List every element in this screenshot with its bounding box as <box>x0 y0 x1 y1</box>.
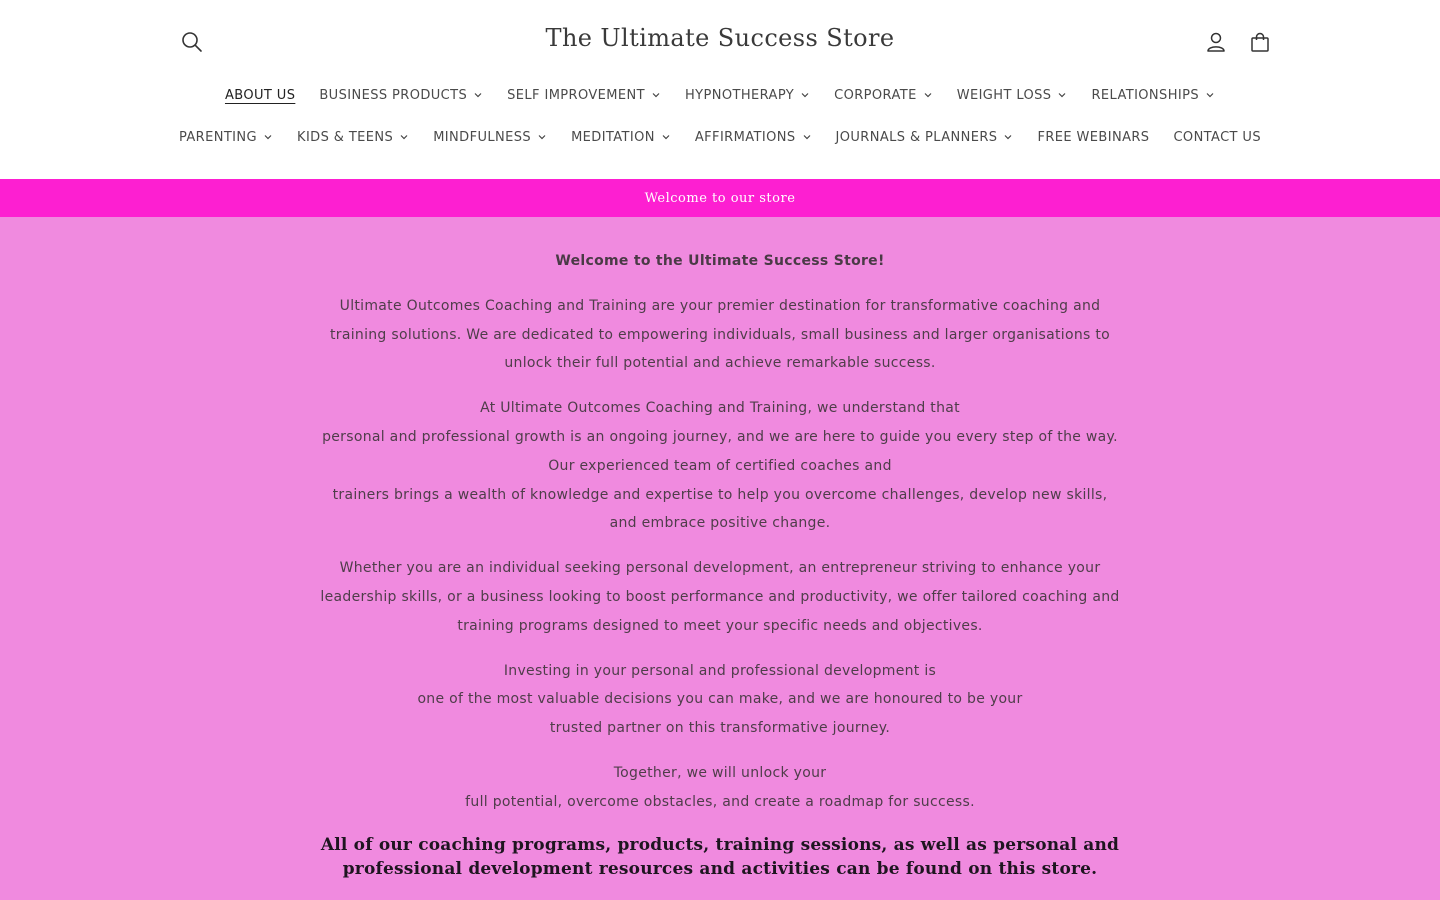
chevron-down-icon <box>803 135 810 140</box>
nav-item-weight-loss[interactable]: WEIGHT LOSS <box>945 84 1080 106</box>
about-content: Welcome to the Ultimate Success Store! U… <box>320 247 1120 897</box>
nav-item-label: AFFIRMATIONS <box>694 129 796 145</box>
about-paragraphs: Ultimate Outcomes Coaching and Training … <box>320 292 1120 817</box>
about-paragraph: Whether you are an individual seeking pe… <box>320 554 1120 640</box>
nav-item-parenting[interactable]: PARENTING <box>167 126 285 148</box>
paragraph-line: personal and professional growth is an o… <box>322 428 1118 474</box>
nav-item-free-webinars[interactable]: FREE WEBINARS <box>1025 126 1161 148</box>
paragraph-line: full potential, overcome obstacles, and … <box>465 793 975 810</box>
nav-item-kids-and-teens[interactable]: KIDS & TEENS <box>285 126 421 148</box>
nav-item-meditation[interactable]: MEDITATION <box>559 126 683 148</box>
nav-item-affirmations[interactable]: AFFIRMATIONS <box>683 126 824 148</box>
chevron-down-icon <box>652 93 660 98</box>
paragraph-line: Ultimate Outcomes Coaching and Training … <box>329 297 1111 372</box>
main-nav-row-1: ABOUT US BUSINESS PRODUCTS SELF IMPROVEMEN… <box>0 84 1440 106</box>
nav-item-label: HYPNOTHERAPY <box>685 87 795 103</box>
nav-item-label: CONTACT US <box>1173 129 1262 145</box>
paragraph-line: Investing in your personal and professio… <box>503 662 937 679</box>
chevron-down-icon <box>400 135 408 140</box>
chevron-down-icon <box>264 135 272 140</box>
main-nav-row-2: PARENTING KIDS & TEENS MINDFULNESS MEDITATI… <box>0 126 1440 148</box>
announcement-text: Welcome to our store <box>644 190 796 206</box>
closing-statement: All of our coaching programs, products, … <box>320 834 1120 879</box>
paragraph-line: Whether you are an individual seeking pe… <box>320 560 1120 634</box>
about-paragraph: Ultimate Outcomes Coaching and Training … <box>320 292 1120 378</box>
nav-item-label: RELATIONSHIPS <box>1091 87 1200 103</box>
announcement-bar: Welcome to our store <box>0 179 1440 217</box>
nav-item-self-improvement[interactable]: SELF IMPROVEMENT <box>495 84 673 106</box>
nav-item-label: PARENTING <box>178 129 258 145</box>
chevron-down-icon <box>538 135 546 140</box>
nav-item-label: MEDITATION <box>571 129 655 145</box>
paragraph-line: trusted partner on this transformative j… <box>549 720 891 737</box>
about-paragraph: Together, we will unlock your full potent… <box>320 759 1120 817</box>
nav-item-journals-and-planners[interactable]: JOURNALS & PLANNERS <box>824 126 1026 148</box>
about-paragraph: Investing in your personal and professio… <box>320 657 1120 743</box>
chevron-down-icon <box>1206 93 1214 98</box>
paragraph-line: At Ultimate Outcomes Coaching and Traini… <box>480 400 960 417</box>
nav-item-contact-us[interactable]: CONTACT US <box>1161 126 1273 148</box>
nav-item-relationships[interactable]: RELATIONSHIPS <box>1079 84 1227 106</box>
about-us-section: Welcome to the Ultimate Success Store! U… <box>0 217 1440 900</box>
welcome-heading: Welcome to the Ultimate Success Store! <box>555 253 885 269</box>
user-icon <box>1207 32 1225 52</box>
chevron-down-icon <box>662 135 670 140</box>
paragraph-line: one of the most valuable decisions you c… <box>417 691 1023 708</box>
chevron-down-icon <box>924 93 932 98</box>
nav-item-label: WEIGHT LOSS <box>956 87 1052 103</box>
bag-icon <box>1251 32 1269 52</box>
nav-item-label: MINDFULNESS <box>433 129 532 145</box>
nav-item-label: BUSINESS PRODUCTS <box>319 87 468 103</box>
nav-item-corporate[interactable]: CORPORATE <box>822 84 945 106</box>
nav-item-business-products[interactable]: BUSINESS PRODUCTS <box>307 84 495 106</box>
nav-item-label: CORPORATE <box>834 87 917 103</box>
nav-item-label: JOURNALS & PLANNERS <box>835 129 998 145</box>
chevron-down-icon <box>801 93 809 98</box>
chevron-down-icon <box>1005 135 1012 140</box>
chevron-down-icon <box>474 93 482 98</box>
nav-item-label: ABOUT US <box>224 87 296 103</box>
nav-item-label: SELF IMPROVEMENT <box>507 87 645 103</box>
nav-item-label: FREE WEBINARS <box>1037 129 1150 145</box>
nav-item-label: KIDS & TEENS <box>297 129 394 145</box>
nav-item-hypnotherapy[interactable]: HYPNOTHERAPY <box>673 84 822 106</box>
chevron-down-icon <box>1059 93 1066 98</box>
paragraph-line: trainers brings a wealth of knowledge an… <box>332 486 1108 532</box>
site-header: The Ultimate Success Store ABOUT US BUSIN… <box>0 0 1440 179</box>
paragraph-line: Together, we will unlock your <box>613 764 827 781</box>
account-button[interactable] <box>1200 26 1232 58</box>
about-paragraph: At Ultimate Outcomes Coaching and Traini… <box>320 394 1120 538</box>
nav-item-mindfulness[interactable]: MINDFULNESS <box>421 126 559 148</box>
cart-button[interactable] <box>1244 26 1276 58</box>
nav-item-about-us[interactable]: ABOUT US <box>213 84 307 106</box>
